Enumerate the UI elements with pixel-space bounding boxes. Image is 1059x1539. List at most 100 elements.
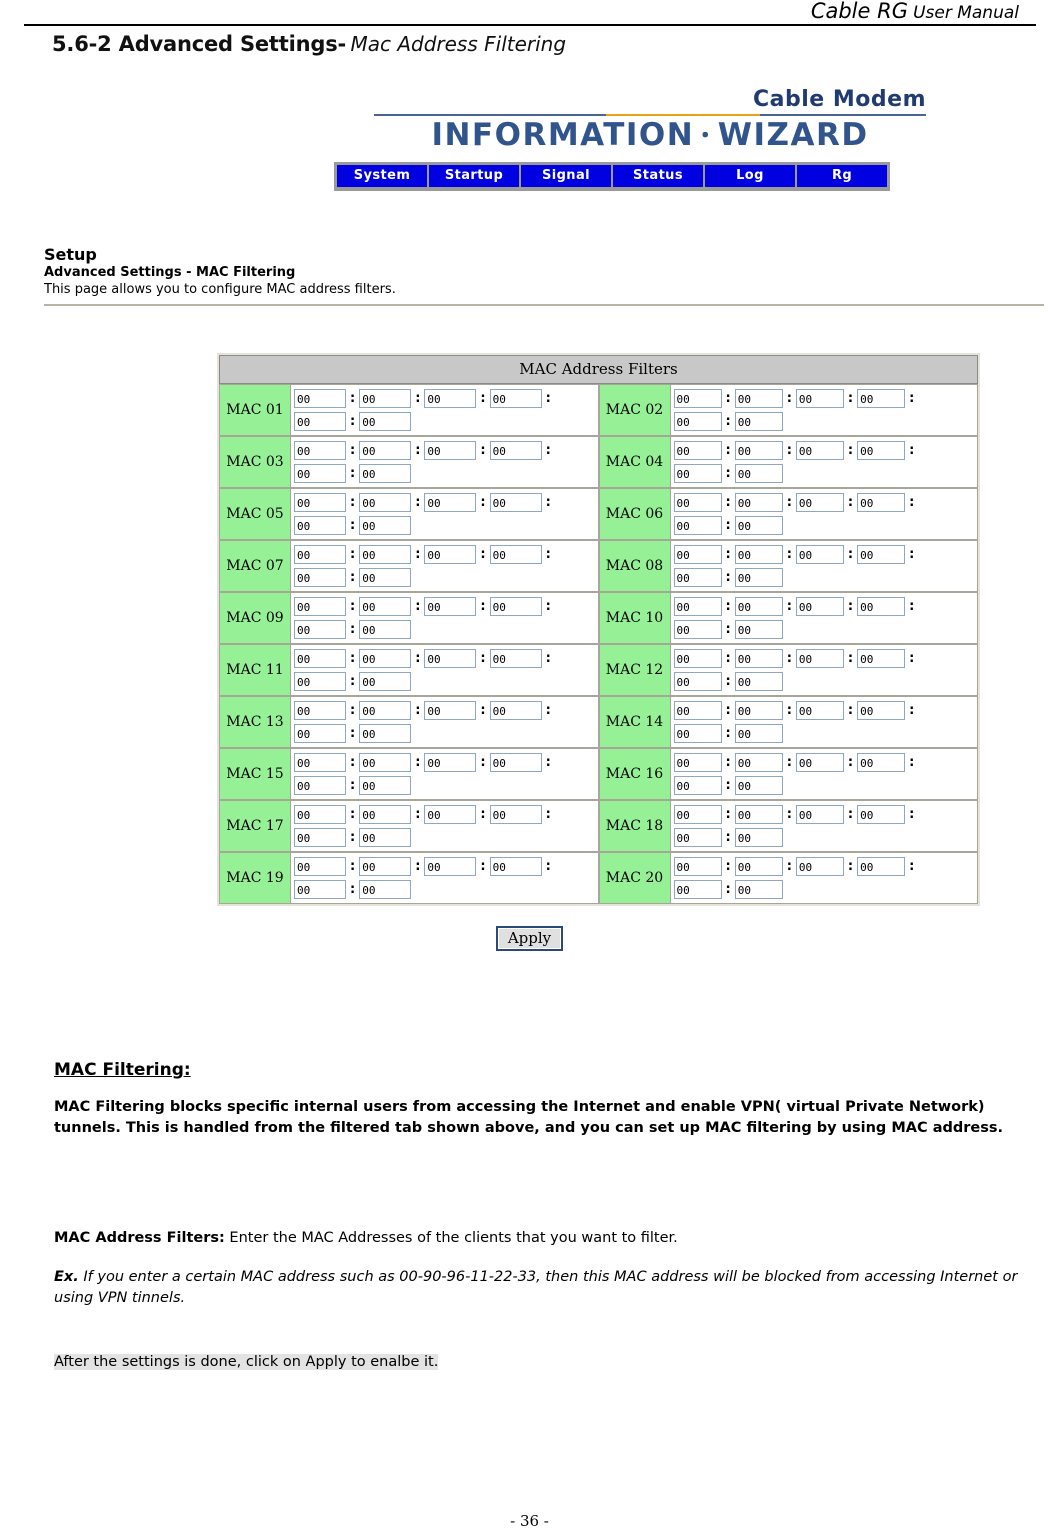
mac-octet-input[interactable]: 00: [795, 753, 844, 772]
mac-octet-input[interactable]: 00: [673, 753, 722, 772]
mac-octet-input[interactable]: 00: [795, 857, 844, 876]
mac-octet-input[interactable]: 00: [734, 412, 783, 431]
mac-octet-input[interactable]: 00: [673, 441, 722, 460]
mac-octet-input[interactable]: 00: [857, 701, 906, 720]
mac-octet-input[interactable]: 00: [424, 857, 477, 876]
mac-octet-input[interactable]: 00: [734, 389, 783, 408]
mac-octet-input[interactable]: 00: [795, 805, 844, 824]
mac-octet-input[interactable]: 00: [734, 597, 783, 616]
mac-octet-input[interactable]: 00: [294, 857, 346, 876]
mac-octet-input[interactable]: 00: [795, 441, 844, 460]
mac-octet-input[interactable]: 00: [294, 493, 346, 512]
mac-octet-input[interactable]: 00: [424, 753, 477, 772]
mac-octet-input[interactable]: 00: [734, 857, 783, 876]
mac-octet-input[interactable]: 00: [673, 880, 722, 899]
mac-octet-input[interactable]: 00: [734, 464, 783, 483]
nav-tab-startup[interactable]: Startup: [429, 165, 519, 187]
mac-octet-input[interactable]: 00: [424, 493, 477, 512]
mac-octet-input[interactable]: 00: [734, 441, 783, 460]
mac-octet-input[interactable]: 00: [359, 516, 412, 535]
mac-octet-input[interactable]: 00: [489, 545, 542, 564]
mac-octet-input[interactable]: 00: [489, 389, 542, 408]
mac-octet-input[interactable]: 00: [294, 805, 346, 824]
mac-octet-input[interactable]: 00: [359, 880, 412, 899]
mac-octet-input[interactable]: 00: [294, 568, 346, 587]
mac-octet-input[interactable]: 00: [359, 805, 412, 824]
nav-tab-system[interactable]: System: [337, 165, 427, 187]
mac-octet-input[interactable]: 00: [359, 776, 412, 795]
mac-octet-input[interactable]: 00: [294, 649, 346, 668]
mac-octet-input[interactable]: 00: [294, 776, 346, 795]
mac-octet-input[interactable]: 00: [795, 493, 844, 512]
mac-octet-input[interactable]: 00: [359, 828, 412, 847]
mac-octet-input[interactable]: 00: [673, 805, 722, 824]
apply-button[interactable]: Apply: [495, 926, 564, 951]
mac-octet-input[interactable]: 00: [489, 857, 542, 876]
mac-octet-input[interactable]: 00: [795, 545, 844, 564]
mac-octet-input[interactable]: 00: [489, 805, 542, 824]
mac-octet-input[interactable]: 00: [857, 441, 906, 460]
mac-octet-input[interactable]: 00: [673, 389, 722, 408]
mac-octet-input[interactable]: 00: [734, 753, 783, 772]
mac-octet-input[interactable]: 00: [857, 493, 906, 512]
mac-octet-input[interactable]: 00: [359, 412, 412, 431]
mac-octet-input[interactable]: 00: [359, 857, 412, 876]
mac-octet-input[interactable]: 00: [857, 857, 906, 876]
mac-octet-input[interactable]: 00: [489, 597, 542, 616]
mac-octet-input[interactable]: 00: [294, 412, 346, 431]
mac-octet-input[interactable]: 00: [489, 649, 542, 668]
mac-octet-input[interactable]: 00: [734, 568, 783, 587]
mac-octet-input[interactable]: 00: [734, 649, 783, 668]
mac-octet-input[interactable]: 00: [673, 464, 722, 483]
mac-octet-input[interactable]: 00: [795, 597, 844, 616]
mac-octet-input[interactable]: 00: [673, 568, 722, 587]
mac-octet-input[interactable]: 00: [359, 649, 412, 668]
mac-octet-input[interactable]: 00: [857, 805, 906, 824]
mac-octet-input[interactable]: 00: [294, 672, 346, 691]
mac-octet-input[interactable]: 00: [734, 805, 783, 824]
mac-octet-input[interactable]: 00: [424, 545, 477, 564]
mac-octet-input[interactable]: 00: [734, 516, 783, 535]
mac-octet-input[interactable]: 00: [734, 828, 783, 847]
mac-octet-input[interactable]: 00: [359, 464, 412, 483]
mac-octet-input[interactable]: 00: [673, 412, 722, 431]
mac-octet-input[interactable]: 00: [673, 545, 722, 564]
mac-octet-input[interactable]: 00: [673, 701, 722, 720]
mac-octet-input[interactable]: 00: [359, 493, 412, 512]
mac-octet-input[interactable]: 00: [359, 724, 412, 743]
mac-octet-input[interactable]: 00: [424, 441, 477, 460]
mac-octet-input[interactable]: 00: [795, 389, 844, 408]
mac-octet-input[interactable]: 00: [359, 672, 412, 691]
mac-octet-input[interactable]: 00: [359, 753, 412, 772]
mac-octet-input[interactable]: 00: [734, 493, 783, 512]
mac-octet-input[interactable]: 00: [294, 724, 346, 743]
mac-octet-input[interactable]: 00: [424, 597, 477, 616]
mac-octet-input[interactable]: 00: [359, 568, 412, 587]
mac-octet-input[interactable]: 00: [294, 753, 346, 772]
mac-octet-input[interactable]: 00: [673, 857, 722, 876]
mac-octet-input[interactable]: 00: [857, 389, 906, 408]
mac-octet-input[interactable]: 00: [673, 828, 722, 847]
mac-octet-input[interactable]: 00: [734, 724, 783, 743]
nav-tab-status[interactable]: Status: [613, 165, 703, 187]
mac-octet-input[interactable]: 00: [294, 828, 346, 847]
mac-octet-input[interactable]: 00: [673, 516, 722, 535]
mac-octet-input[interactable]: 00: [359, 389, 412, 408]
navigation-tab-bar[interactable]: System Startup Signal Status Log Rg: [334, 162, 890, 191]
nav-tab-rg[interactable]: Rg: [797, 165, 887, 187]
mac-octet-input[interactable]: 00: [294, 389, 346, 408]
mac-octet-input[interactable]: 00: [489, 493, 542, 512]
mac-octet-input[interactable]: 00: [294, 516, 346, 535]
mac-octet-input[interactable]: 00: [489, 701, 542, 720]
mac-octet-input[interactable]: 00: [424, 389, 477, 408]
mac-octet-input[interactable]: 00: [359, 441, 412, 460]
nav-tab-signal[interactable]: Signal: [521, 165, 611, 187]
mac-octet-input[interactable]: 00: [734, 672, 783, 691]
mac-octet-input[interactable]: 00: [673, 620, 722, 639]
mac-octet-input[interactable]: 00: [857, 597, 906, 616]
mac-octet-input[interactable]: 00: [734, 545, 783, 564]
mac-octet-input[interactable]: 00: [294, 441, 346, 460]
mac-octet-input[interactable]: 00: [359, 620, 412, 639]
mac-octet-input[interactable]: 00: [294, 464, 346, 483]
nav-tab-log[interactable]: Log: [705, 165, 795, 187]
